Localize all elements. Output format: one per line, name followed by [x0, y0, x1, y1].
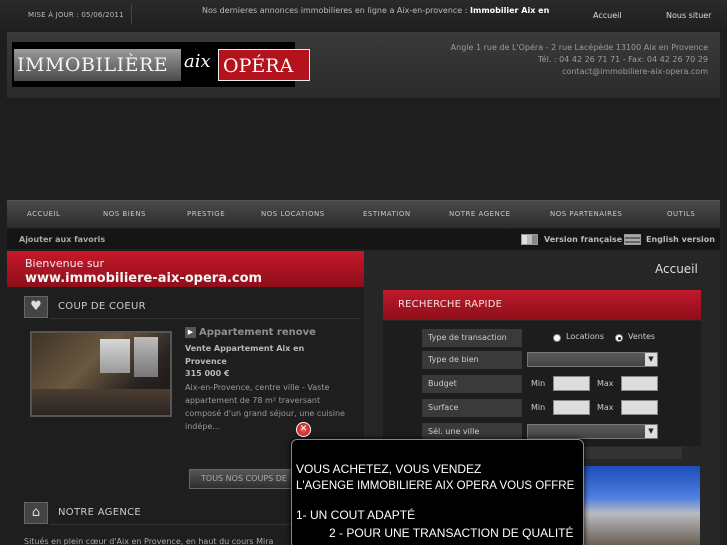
ville-select[interactable]: ▼ — [527, 424, 658, 439]
divider — [50, 318, 360, 319]
ticker-link[interactable]: Immobilier Aix en — [470, 6, 549, 15]
update-date: MISE À JOUR : 05/06/2011 — [10, 4, 132, 24]
radio-ventes-label[interactable]: Ventes — [628, 332, 655, 341]
nav-outils[interactable]: OUTILS — [667, 210, 695, 218]
english-flag-icon[interactable] — [624, 234, 641, 245]
email-link[interactable]: contact@immobiliere-aix-opera.com — [451, 66, 708, 78]
arrow-right-icon: ▶ — [185, 327, 196, 338]
ticker-text: Nos dernieres annonces immobilieres en l… — [202, 6, 471, 15]
quick-search-title: RECHERCHE RAPIDE — [398, 299, 503, 310]
surface-max-input[interactable] — [621, 400, 658, 415]
quick-search-header: RECHERCHE RAPIDE — [383, 290, 701, 320]
budget-max-label: Max — [597, 379, 614, 388]
property-subtitle: Vente Appartement Aix en Provence — [185, 344, 305, 366]
promo-image[interactable] — [583, 466, 700, 545]
nav-accueil[interactable]: ACCUEIL — [27, 210, 60, 218]
popup-line2: L'AGENGE IMMOBILIERE AIX OPERA VOUS OFFR… — [296, 480, 575, 492]
property-title-link[interactable]: Appartement renove — [199, 327, 316, 338]
surface-min-input[interactable] — [553, 400, 590, 415]
nav-notre-agence[interactable]: NOTRE AGENCE — [449, 210, 511, 218]
nav-nos-biens[interactable]: NOS BIENS — [103, 210, 146, 218]
logo-part-aix: aix — [184, 51, 211, 72]
surface-min-label: Min — [531, 403, 546, 412]
address: Angle 1 rue de L'Opéra - 2 rue Lacépède … — [450, 43, 708, 52]
nav-estimation[interactable]: ESTIMATION — [363, 210, 411, 218]
promo-popup[interactable]: VOUS ACHETEZ, VOUS VENDEZ L'AGENGE IMMOB… — [291, 439, 584, 545]
french-flag-icon[interactable] — [521, 234, 538, 245]
house-icon: ⌂ — [24, 502, 48, 524]
budget-min-label: Min — [531, 379, 546, 388]
add-favorites-link[interactable]: Ajouter aux favoris — [19, 235, 105, 244]
radio-locations-label[interactable]: Locations — [566, 332, 604, 341]
logo[interactable]: IMMOBILIÈRE aix OPÉRA — [12, 42, 310, 87]
phone-fax: Tél. : 04 42 26 71 71 - Fax: 04 42 26 70… — [538, 55, 708, 64]
budget-min-input[interactable] — [553, 376, 590, 391]
chevron-down-icon: ▼ — [645, 425, 657, 438]
surface-max-label: Max — [597, 403, 614, 412]
transaction-label: Type de transaction — [422, 329, 522, 347]
radio-ventes[interactable] — [615, 334, 623, 342]
budget-label: Budget — [422, 375, 522, 393]
budget-max-input[interactable] — [621, 376, 658, 391]
top-link-accueil[interactable]: Accueil — [593, 11, 622, 20]
surface-label: Surface — [422, 399, 522, 417]
heart-icon: ♥ — [24, 296, 48, 318]
bien-select[interactable]: ▼ — [527, 352, 658, 367]
property-description: Aix-en-Provence, centre ville - Vaste ap… — [185, 383, 345, 431]
popup-line4: 2 - POUR UNE TRANSACTION DE QUALITÉ — [329, 526, 574, 540]
notre-agence-title: NOTRE AGENCE — [58, 507, 142, 518]
property-photo[interactable] — [30, 331, 172, 417]
nav-nos-partenaires[interactable]: NOS PARTENAIRES — [550, 210, 622, 218]
popup-line3: 1- UN COUT ADAPTÉ — [296, 508, 416, 522]
logo-part-immobiliere: IMMOBILIÈRE — [14, 49, 181, 81]
property-price: 315 000 € — [185, 369, 230, 378]
lang-french-link[interactable]: Version française — [544, 235, 622, 244]
top-link-nous-situer[interactable]: Nous situer — [666, 11, 711, 20]
welcome-line2: www.immobiliere-aix-opera.com — [25, 271, 263, 286]
radio-locations[interactable] — [553, 334, 561, 342]
nav-prestige[interactable]: PRESTIGE — [187, 210, 225, 218]
page-title: Accueil — [655, 262, 698, 276]
close-icon[interactable]: ✕ — [296, 422, 311, 437]
nav-nos-locations[interactable]: NOS LOCATIONS — [261, 210, 325, 218]
welcome-line1: Bienvenue sur — [25, 257, 105, 270]
search-submit-button[interactable] — [580, 447, 682, 459]
news-ticker[interactable]: Nos dernieres annonces immobilieres en l… — [202, 6, 560, 15]
all-coups-de-coeur-button[interactable]: TOUS NOS COUPS DE — [189, 469, 299, 489]
bien-label: Type de bien — [422, 351, 522, 369]
welcome-banner: Bienvenue sur www.immobiliere-aix-opera.… — [7, 251, 364, 287]
logo-part-opera: OPÉRA — [218, 49, 310, 81]
agence-text: Situés en plein cœur d'Aix en Provence, … — [24, 537, 274, 545]
contact-info: Angle 1 rue de L'Opéra - 2 rue Lacépède … — [451, 42, 708, 78]
coup-de-coeur-title: COUP DE COEUR — [58, 301, 146, 312]
popup-line1: VOUS ACHETEZ, VOUS VENDEZ — [296, 462, 482, 476]
lang-english-link[interactable]: English version — [646, 235, 715, 244]
chevron-down-icon: ▼ — [645, 353, 657, 366]
